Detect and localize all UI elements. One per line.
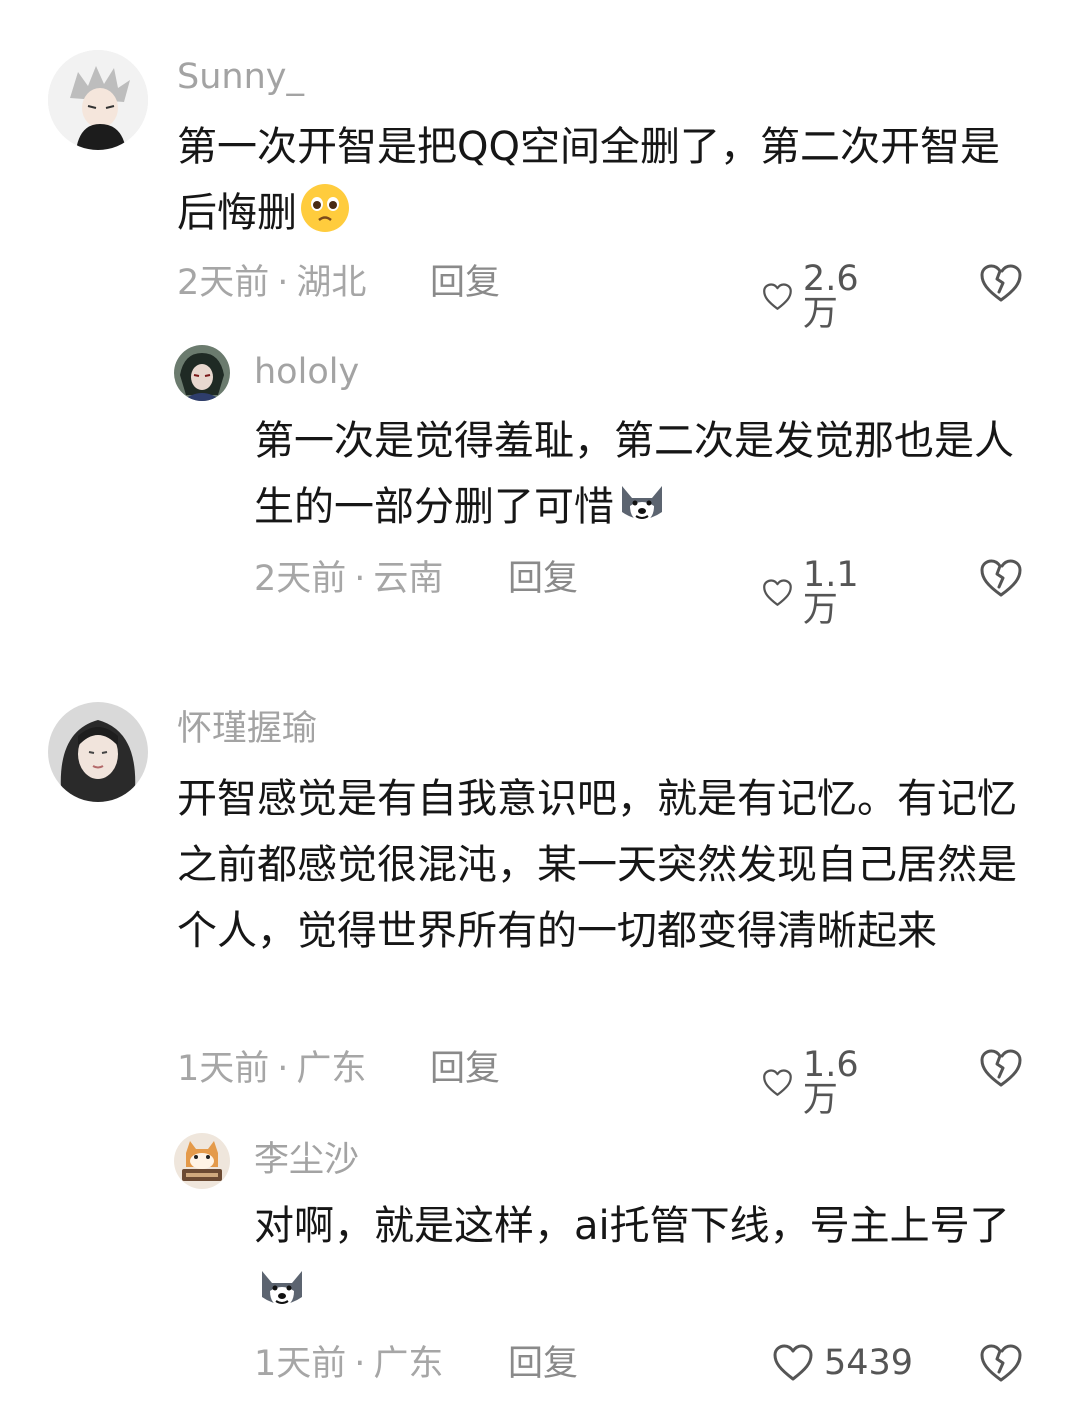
broken-heart-icon (980, 264, 1022, 302)
heart-icon (763, 579, 792, 606)
cat-cartoon-avatar-icon (174, 1133, 230, 1189)
dislike-button[interactable] (978, 1342, 1024, 1384)
like-button[interactable]: 1.1万 (762, 558, 870, 628)
like-count: 5439 (824, 1342, 914, 1383)
comment-text: 第一次开智是把QQ空间全删了，第二次开智是后悔删 (177, 114, 1027, 246)
timestamp: 2天前 (254, 559, 347, 599)
like-count: 1.6万 (802, 1045, 859, 1120)
avatar[interactable] (48, 50, 148, 150)
girl-photo-avatar-icon (48, 702, 148, 802)
comment-text: 开智感觉是有自我意识吧，就是有记忆。有记忆之前都感觉很混沌，某一天突然发现自己居… (177, 766, 1042, 964)
anime-character-avatar-icon (174, 345, 230, 401)
broken-heart-icon (980, 559, 1022, 597)
dislike-button[interactable] (978, 1047, 1024, 1089)
comment-meta: 1天前 · 广东 (177, 1052, 366, 1087)
broken-heart-icon (980, 1049, 1022, 1087)
username[interactable]: Sunny_ (177, 60, 304, 95)
husky-dog-emoji-icon (256, 1261, 308, 1313)
comment-text: 第一次是觉得羞耻，第二次是发觉那也是人生的一部分删了可惜 (254, 408, 1044, 540)
avatar[interactable] (174, 345, 230, 401)
dislike-button[interactable] (978, 262, 1024, 304)
username[interactable]: 李尘沙 (254, 1143, 359, 1178)
heart-icon (763, 1069, 792, 1096)
comment-text: 对啊，就是这样，ai托管下线，号主上号了 (254, 1193, 1044, 1325)
avatar[interactable] (174, 1133, 230, 1189)
like-button[interactable]: 5439 (772, 1343, 913, 1383)
separator: · (354, 1344, 366, 1384)
like-button[interactable]: 2.6万 (762, 262, 870, 332)
dislike-button[interactable] (978, 557, 1024, 599)
reply-button[interactable]: 回复 (430, 1052, 500, 1087)
separator: · (277, 263, 289, 303)
location: 云南 (373, 559, 444, 599)
location: 广东 (373, 1344, 444, 1384)
reply-button[interactable]: 回复 (508, 1347, 578, 1382)
avatar[interactable] (48, 702, 148, 802)
reply-button[interactable]: 回复 (430, 266, 500, 301)
like-count: 2.6万 (802, 259, 859, 334)
anime-boy-avatar-icon (48, 50, 148, 150)
comment-meta: 2天前 · 湖北 (177, 266, 366, 301)
username[interactable]: hololy (254, 355, 359, 390)
comment-text-content: 对啊，就是这样，ai托管下线，号主上号了 (254, 1203, 1010, 1249)
timestamp: 1天前 (177, 1049, 270, 1089)
location: 广东 (296, 1049, 367, 1089)
like-count: 1.1万 (802, 555, 859, 630)
heart-icon (763, 283, 792, 310)
location: 湖北 (296, 263, 367, 303)
separator: · (277, 1049, 289, 1089)
heart-icon (773, 1344, 813, 1381)
broken-heart-icon (980, 1344, 1022, 1382)
husky-dog-emoji-icon (616, 476, 668, 528)
timestamp: 2天前 (177, 263, 270, 303)
separator: · (354, 559, 366, 599)
like-button[interactable]: 1.6万 (762, 1048, 870, 1118)
timestamp: 1天前 (254, 1344, 347, 1384)
comment-meta: 2天前 · 云南 (254, 562, 443, 597)
comment-meta: 1天前 · 广东 (254, 1347, 443, 1382)
reply-button[interactable]: 回复 (508, 562, 578, 597)
pleading-face-emoji-icon (299, 182, 351, 234)
username[interactable]: 怀瑾握瑜 (177, 712, 317, 747)
comment-text-content: 开智感觉是有自我意识吧，就是有记忆。有记忆之前都感觉很混沌，某一天突然发现自己居… (177, 776, 1017, 954)
